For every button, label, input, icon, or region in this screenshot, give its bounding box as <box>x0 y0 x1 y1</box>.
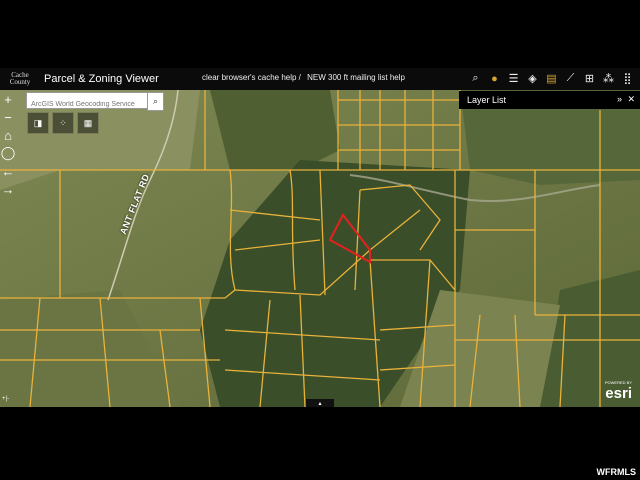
app-title: Parcel & Zoning Viewer <box>44 73 159 85</box>
app-header: Cache County Parcel & Zoning Viewer clear… <box>0 68 640 90</box>
search-input[interactable] <box>27 98 147 111</box>
letterbox-top <box>0 0 640 68</box>
print-icon[interactable]: ▦ <box>77 112 99 134</box>
search-button[interactable]: ⌕ <box>147 92 164 111</box>
layer-list-panel: Layer List » ✕ <box>459 91 640 109</box>
esri-logo: POWERED BY esri <box>605 380 632 402</box>
collapse-icon[interactable]: » <box>617 94 622 104</box>
toolbar: ⌕ ● ☰ ◈ ▤ ⟋ ⊞ ⁂ ⣿ <box>467 70 636 87</box>
letterbox-bottom <box>0 407 640 480</box>
forest-area-1 <box>210 90 340 170</box>
header-links: clear browser's cache help / NEW 300 ft … <box>202 73 409 82</box>
close-icon[interactable]: ✕ <box>627 94 635 105</box>
zoom-in-button[interactable]: + <box>0 90 16 108</box>
attribution-handle[interactable]: ▴ <box>306 399 334 407</box>
layers-icon[interactable]: ◈ <box>524 70 541 87</box>
zoom-controls: + − ⌂ ◯ ← → <box>0 90 16 198</box>
search-box <box>26 92 148 111</box>
share-icon[interactable]: ⁂ <box>600 70 617 87</box>
back-extent-icon[interactable]: ← <box>0 162 16 180</box>
grid-icon[interactable]: ⊞ <box>581 70 598 87</box>
basemap-icon[interactable]: ● <box>486 70 503 87</box>
mailing-list-help-link[interactable]: NEW 300 ft mailing list help <box>307 73 405 82</box>
wfrmls-watermark: WFRMLS <box>596 467 637 477</box>
forward-extent-icon[interactable]: → <box>0 180 16 198</box>
cache-help-link[interactable]: clear browser's cache help / <box>202 73 301 82</box>
map-imagery <box>0 90 640 407</box>
home-icon[interactable]: ⌂ <box>0 126 16 144</box>
measure-icon[interactable]: ⟋ <box>562 70 579 87</box>
coordinates-toggle[interactable]: +|- <box>2 396 9 402</box>
esri-wordmark: esri <box>605 385 632 402</box>
logo-text-2: County <box>9 78 31 86</box>
bookmark-icon[interactable]: ◨ <box>27 112 49 134</box>
zoom-out-button[interactable]: − <box>0 108 16 126</box>
map-view[interactable] <box>0 90 640 407</box>
layer-list-title: Layer List <box>467 95 507 105</box>
legend-icon[interactable]: ☰ <box>505 70 522 87</box>
draw-icon[interactable]: ⁘ <box>52 112 74 134</box>
search-icon[interactable]: ⌕ <box>467 70 484 87</box>
locate-icon[interactable]: ◯ <box>0 144 16 162</box>
map-icon[interactable]: ▤ <box>543 70 560 87</box>
county-logo: Cache County <box>0 68 40 90</box>
apps-icon[interactable]: ⣿ <box>619 70 636 87</box>
